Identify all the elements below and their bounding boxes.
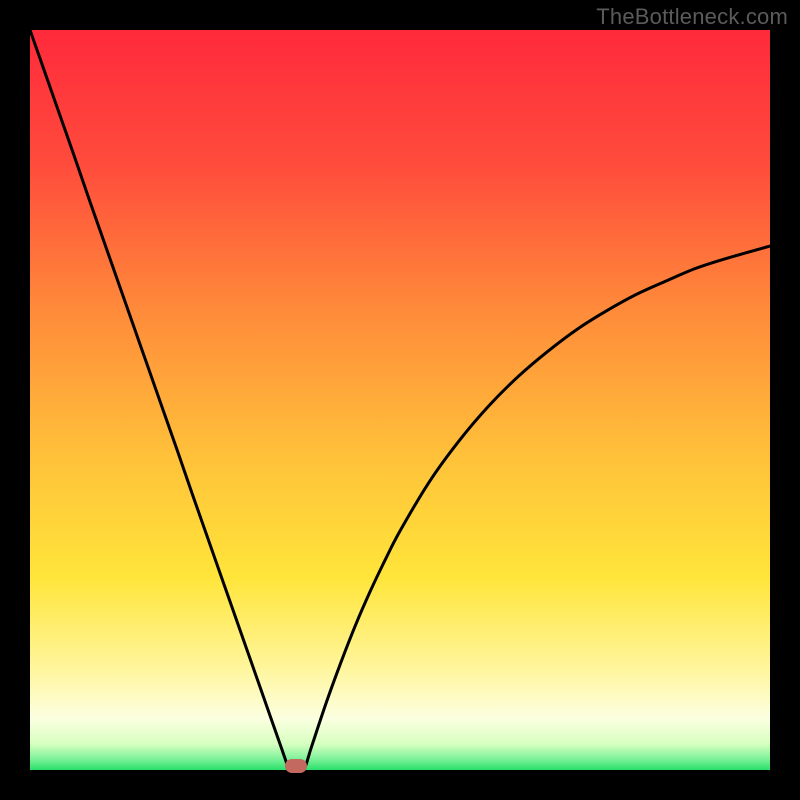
optimal-marker — [285, 759, 307, 773]
gradient-background — [30, 30, 770, 770]
attribution-text: TheBottleneck.com — [596, 4, 788, 30]
bottleneck-chart — [30, 30, 770, 770]
